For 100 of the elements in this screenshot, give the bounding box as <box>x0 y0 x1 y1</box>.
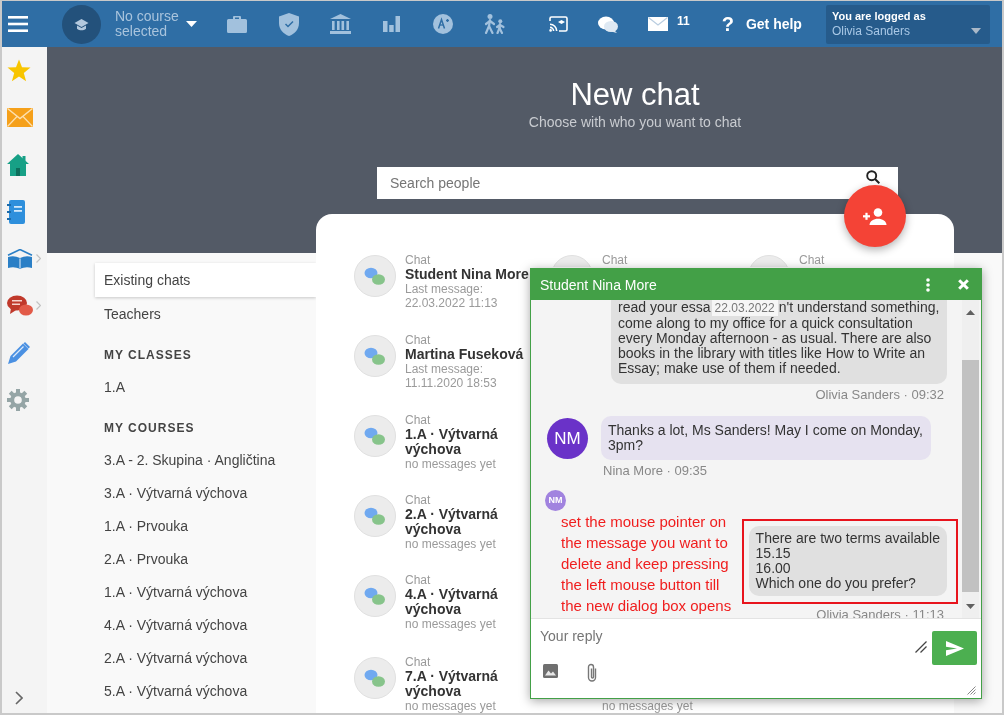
chat-type-label: Chat <box>602 254 629 267</box>
paperclip-icon[interactable] <box>586 663 598 683</box>
message-bubble[interactable]: Thanks a lot, Ms Sanders! May I come on Monday, 3pm? <box>601 416 931 460</box>
search-field[interactable]: Search people <box>377 167 898 199</box>
chat-name[interactable]: 1.A · Výtvarná výchova <box>405 427 529 457</box>
send-icon <box>945 640 964 656</box>
chat-type-label: Chat <box>405 494 432 507</box>
chat-status: no messages yet <box>405 537 497 551</box>
grade-badge-icon[interactable] <box>433 14 453 34</box>
page-subtitle: Choose with who you want to chat <box>527 114 743 130</box>
chat-name[interactable]: Student Nina More <box>405 267 529 282</box>
chat-avatar-icon[interactable] <box>354 575 396 617</box>
send-button[interactable] <box>932 631 977 665</box>
chat-status: no messages yet <box>405 617 497 631</box>
chat-filter-item[interactable]: 4.A · Výtvarná výchova <box>95 609 316 642</box>
close-icon[interactable] <box>958 279 969 290</box>
chat-filter-item[interactable]: 1.A · Prvouka <box>95 510 316 543</box>
chat-filter-item[interactable]: 5.A · Výtvarná výchova <box>95 675 316 708</box>
chat-bubbles-icon[interactable] <box>598 15 618 33</box>
chat-avatar-icon[interactable] <box>354 335 396 377</box>
message-text: Thanks a lot, Ms Sanders! May I come on Monday, 3pm? <box>608 423 923 453</box>
chat-type-label: Chat <box>405 574 432 587</box>
date-chip: 22.03.2022 <box>711 300 778 316</box>
chat-type-label: Chat <box>405 656 432 669</box>
chat-bubbles-icon[interactable] <box>7 294 33 317</box>
message-text: There are two terms available 15.15 16.00 Which one do you prefer? <box>755 531 940 591</box>
notebook-icon[interactable] <box>7 199 25 224</box>
chat-avatar-icon[interactable] <box>354 415 396 457</box>
chat-name[interactable]: Martina Fuseková <box>405 347 529 362</box>
chat-filter-item[interactable]: 1.A · Výtvarná výchova <box>95 576 316 609</box>
chevron-right-icon <box>36 254 41 263</box>
chat-window-title: Student Nina More <box>540 276 658 293</box>
chevron-right-icon <box>36 301 41 310</box>
bank-icon[interactable] <box>330 14 351 34</box>
person-add-icon <box>863 207 887 225</box>
user-menu[interactable]: You are logged as Olivia Sanders <box>825 4 990 44</box>
chat-type-label: Chat <box>405 334 432 347</box>
message-meta: Nina More · 09:35 <box>603 464 709 477</box>
chat-avatar-icon[interactable] <box>354 657 396 699</box>
scrollbar[interactable] <box>962 300 979 618</box>
annotation-text: set the mouse pointer on the message you want to delete and keep pressing the left mouse button till the new dialog box opens <box>561 512 733 616</box>
chat-type-label: Chat <box>405 414 432 427</box>
reply-field[interactable]: Your reply <box>531 619 913 655</box>
chat-type-label: Chat <box>799 254 826 267</box>
caret-down-icon <box>186 21 197 27</box>
walking-people-icon[interactable] <box>484 14 506 34</box>
page-title: New chat <box>569 77 701 113</box>
shield-check-icon[interactable] <box>279 12 299 36</box>
chevron-right-icon[interactable] <box>15 691 23 705</box>
messages-button[interactable]: 11 <box>648 17 690 31</box>
briefcase-icon[interactable] <box>227 15 247 33</box>
resize-corner-icon[interactable] <box>967 686 976 695</box>
scroll-up-icon[interactable] <box>966 310 975 315</box>
mail-icon <box>648 17 668 31</box>
read-receipt-avatar: NM <box>545 490 566 511</box>
cast-icon[interactable] <box>549 16 568 32</box>
section-heading: MY COURSES <box>103 420 196 436</box>
message-bubble[interactable]: There are two terms available 15.15 16.00 Which one do you prefer? <box>748 526 947 596</box>
message-bubble[interactable] <box>611 300 947 384</box>
pencil-icon[interactable] <box>7 340 31 365</box>
chat-name[interactable]: 7.A · Výtvarná výchova <box>405 669 529 699</box>
bar-chart-icon[interactable] <box>383 16 400 32</box>
chat-type-label: Chat <box>405 254 432 267</box>
section-heading: MY CLASSES <box>103 347 193 363</box>
chat-name[interactable]: 2.A · Výtvarná výchova <box>405 507 529 537</box>
open-book-icon[interactable] <box>7 248 33 269</box>
chat-status: no messages yet <box>405 699 497 713</box>
chat-filter-item[interactable]: 2.A · Výtvarná výchova <box>95 642 316 675</box>
more-options-icon[interactable] <box>926 277 930 292</box>
star-icon[interactable] <box>7 59 31 82</box>
chat-avatar-icon[interactable] <box>354 495 396 537</box>
scroll-down-icon[interactable] <box>966 604 975 609</box>
chat-status: Last message: 11.11.2020 18:53 <box>405 362 498 390</box>
resize-grip-icon[interactable] <box>915 641 927 653</box>
chat-filter-item[interactable]: 3.A - 2. Skupina · Angličtina <box>95 444 316 477</box>
menu-icon[interactable] <box>8 16 28 32</box>
settings-icon[interactable] <box>7 388 29 411</box>
search-icon[interactable] <box>866 170 880 184</box>
message-text: n't understand something, <box>778 300 940 315</box>
chat-avatar-icon[interactable] <box>354 255 396 297</box>
chat-filter-item[interactable]: 1.A <box>95 371 316 404</box>
chat-status: Last message: 22.03.2022 11:13 <box>405 282 499 310</box>
chat-status: no messages yet <box>405 457 497 471</box>
image-icon[interactable] <box>543 664 558 678</box>
chat-filter-item[interactable]: Teachers <box>95 297 316 331</box>
user-avatar: NM <box>547 417 588 459</box>
chat-filter-item[interactable]: 3.A · Výtvarná výchova <box>95 477 316 510</box>
caret-down-icon <box>970 28 981 34</box>
chat-filter-item[interactable]: 2.A · Prvouka <box>95 543 316 576</box>
scrollbar-thumb[interactable] <box>962 360 979 592</box>
house-icon[interactable] <box>7 153 29 176</box>
chat-filter-item[interactable]: Existing chats <box>95 263 316 297</box>
chat-status: no messages yet <box>602 699 694 713</box>
message-text: come along to my office for a quick consultation every Monday afternoon - as usual. There are also books in the library with titles like How to Write an Essay; make use of them if needed. <box>618 316 933 376</box>
chat-name[interactable]: 4.A · Výtvarná výchova <box>405 587 529 617</box>
graduation-cap-icon <box>62 4 101 44</box>
mail-icon[interactable] <box>7 108 33 127</box>
message-text: read your essa <box>618 300 711 315</box>
message-meta: Olivia Sanders · 09:32 <box>815 388 945 401</box>
help-button[interactable]: ? Get help <box>721 13 802 35</box>
